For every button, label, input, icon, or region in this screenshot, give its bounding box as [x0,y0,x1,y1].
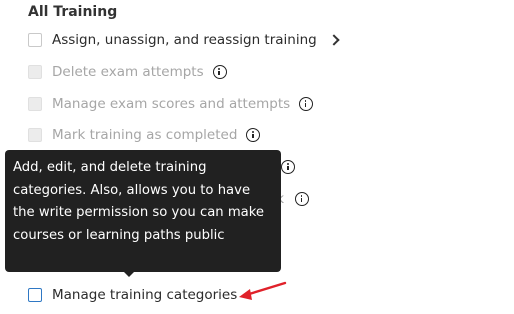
chevron-right-icon[interactable] [328,34,340,46]
info-icon[interactable] [295,192,310,206]
permission-label: Manage training categories [52,287,238,303]
permission-label: Manage exam scores and attempts [52,96,291,112]
permission-mark-completed: Mark training as completed [28,125,261,145]
info-icon[interactable] [212,65,227,79]
tooltip: Add, edit, and delete training categorie… [5,150,281,272]
info-icon[interactable] [246,128,261,142]
permission-manage-training-categories[interactable]: Manage training categories [28,285,237,305]
permission-label: Delete exam attempts [52,64,204,80]
section-title: All Training [28,4,118,20]
tooltip-text: Add, edit, and delete training categorie… [13,160,265,243]
permission-label: Mark training as completed [52,127,238,143]
checkbox[interactable] [28,33,42,47]
annotation-arrow-icon [239,281,287,300]
checkbox[interactable] [28,288,42,302]
info-icon[interactable] [299,97,314,111]
permission-manage-exam-scores: Manage exam scores and attempts [28,94,314,114]
checkbox [28,128,42,142]
permission-assign-training[interactable]: Assign, unassign, and reassign training [28,30,340,50]
checkbox [28,97,42,111]
tooltip-pointer [124,272,134,277]
info-icon[interactable] [281,160,296,174]
permission-delete-exam-attempts: Delete exam attempts [28,62,227,82]
permission-label: Assign, unassign, and reassign training [52,32,317,48]
checkbox [28,65,42,79]
